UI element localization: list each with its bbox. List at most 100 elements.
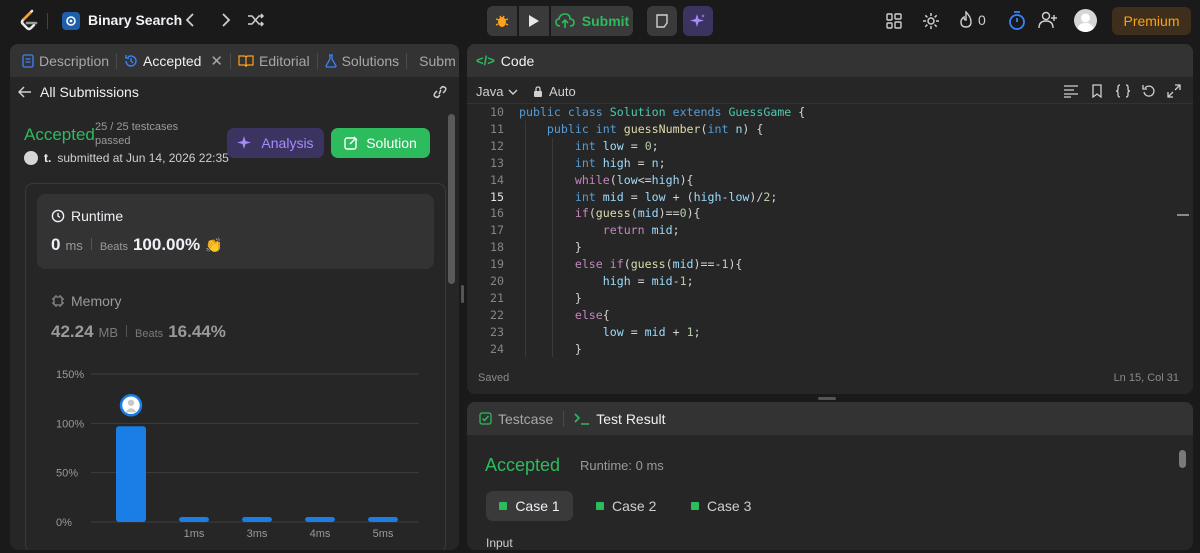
horizontal-splitter-handle[interactable] [818, 397, 836, 400]
code-line[interactable]: 11 public int guessNumber(int n) { [467, 121, 1193, 138]
edit-icon [344, 136, 358, 150]
tab-submissions[interactable]: Submissions [407, 53, 455, 69]
line-number: 21 [490, 290, 504, 305]
memory-title-row[interactable]: Memory [51, 293, 122, 309]
settings-gear-icon[interactable] [922, 12, 940, 30]
code-line[interactable]: 18 } [467, 239, 1193, 256]
analysis-button[interactable]: Analysis [227, 128, 324, 158]
code-line[interactable]: 15 int mid = low + (high-low)/2; [467, 189, 1193, 206]
memory-stats: 42.24 MB Beats 16.44% [51, 322, 226, 342]
layout-grid-icon[interactable] [886, 13, 902, 29]
code-text: public int guessNumber(int n) { [546, 121, 764, 136]
submitter-avatar[interactable] [24, 151, 38, 165]
testcases-count: 25 / 25 testcases [95, 121, 179, 133]
tab-label: Description [39, 52, 110, 69]
debug-button[interactable] [487, 6, 517, 36]
case-2-tab[interactable]: Case 2 [596, 491, 656, 521]
leetcode-logo[interactable] [18, 9, 40, 33]
memory-beats-value: 16.44% [168, 322, 226, 341]
link-icon[interactable] [432, 85, 448, 102]
code-line[interactable]: 14 while(low<=high){ [467, 172, 1193, 189]
prev-problem-button[interactable] [184, 11, 198, 29]
runtime-beats-label: Beats [99, 241, 128, 253]
code-line[interactable]: 13 int high = n; [467, 155, 1193, 172]
case-label: Case 1 [515, 498, 560, 514]
back-to-submissions[interactable]: All Submissions [18, 84, 139, 100]
divider [47, 13, 48, 29]
problem-title[interactable]: Binary Search [88, 12, 182, 28]
pass-dot-icon [499, 502, 508, 510]
submitted-time: submitted at Jun 14, 2026 22:35 [57, 151, 229, 165]
code-line[interactable]: 22 else{ [467, 307, 1193, 324]
expand-icon[interactable] [1167, 84, 1181, 98]
y-tick-label: 50% [56, 468, 78, 480]
code-brackets-icon: </> [476, 53, 495, 68]
submitter-name[interactable]: t. [44, 151, 51, 165]
runtime-card[interactable]: Runtime 0 ms Beats 100.00% 👏 [37, 194, 434, 269]
code-line[interactable]: 10 public class Solution extends GuessGam… [467, 104, 1193, 121]
tab-editorial[interactable]: Editorial [231, 53, 317, 69]
book-icon [238, 54, 254, 67]
checkbox-icon [479, 412, 492, 425]
code-text: else{ [574, 307, 610, 322]
curly-braces-icon[interactable] [1115, 84, 1131, 98]
timer-icon[interactable] [1008, 11, 1026, 31]
code-line[interactable]: 21 } [467, 290, 1193, 307]
code-line[interactable]: 12 int low = 0; [467, 138, 1193, 155]
add-friend-icon[interactable] [1038, 11, 1058, 29]
tab-solutions[interactable]: Solutions [318, 53, 407, 69]
case-3-tab[interactable]: Case 3 [691, 491, 751, 521]
user-avatar[interactable] [1074, 9, 1097, 32]
auto-mode-select[interactable]: Auto [533, 84, 576, 99]
left-scrollbar[interactable] [448, 114, 455, 284]
bar [179, 517, 209, 522]
line-number: 23 [490, 324, 504, 339]
line-number: 12 [490, 138, 504, 153]
terminal-icon [574, 412, 590, 425]
code-text: while(low<=high){ [574, 172, 694, 187]
ai-assist-button[interactable] [683, 6, 713, 36]
tab-testcase[interactable]: Testcase [479, 411, 553, 427]
line-number: 14 [490, 172, 504, 187]
bar [368, 517, 398, 522]
shuffle-icon[interactable] [247, 12, 265, 28]
streak-counter[interactable]: 0 [959, 11, 986, 29]
indent-guide [525, 120, 526, 358]
run-button[interactable] [519, 6, 549, 36]
result-scrollbar[interactable] [1179, 450, 1186, 468]
x-tick-label: 5ms [373, 528, 394, 540]
code-line[interactable]: 23 low = mid + 1; [467, 324, 1193, 341]
code-line[interactable]: 16 if(guess(mid)==0){ [467, 205, 1193, 222]
format-icon[interactable] [1063, 84, 1079, 98]
code-line[interactable]: 24 } [467, 341, 1193, 358]
code-text: int mid = low + (high-low)/2; [574, 189, 778, 204]
code-text: low = mid + 1; [602, 324, 701, 339]
next-problem-button[interactable] [218, 11, 232, 29]
code-line[interactable]: 17 return mid; [467, 222, 1193, 239]
code-line[interactable]: 19 else if(guess(mid)==-1){ [467, 256, 1193, 273]
submit-button[interactable]: Submit [551, 6, 633, 36]
code-line[interactable]: 20 high = mid-1; [467, 273, 1193, 290]
reset-icon[interactable] [1142, 84, 1156, 98]
case-1-tab[interactable]: Case 1 [486, 491, 573, 521]
divider [563, 410, 565, 427]
tab-accepted[interactable]: Accepted ✕ [117, 52, 230, 70]
runtime-distribution-chart: 150% 100% 50% 0% 1ms 3ms 4ms 5ms [56, 369, 419, 540]
cloud-upload-icon [554, 13, 575, 28]
language-select[interactable]: Java [476, 84, 518, 99]
tab-test-result[interactable]: Test Result [574, 411, 666, 427]
vertical-splitter-handle[interactable] [461, 285, 464, 303]
submitter-info: t. submitted at Jun 14, 2026 22:35 [24, 151, 229, 165]
close-tab-icon[interactable]: ✕ [210, 52, 223, 70]
line-number: 16 [490, 206, 504, 221]
cursor-position: Ln 15, Col 31 [1113, 372, 1179, 384]
code-title: Code [500, 52, 535, 69]
back-label: All Submissions [40, 84, 139, 100]
y-tick-label: 100% [56, 418, 84, 430]
tab-description[interactable]: Description [15, 53, 116, 69]
bookmark-icon[interactable] [1090, 84, 1104, 98]
memory-value: 42.24 [51, 322, 94, 341]
premium-button[interactable]: Premium [1112, 7, 1191, 35]
notes-button[interactable] [647, 6, 677, 36]
solution-button[interactable]: Solution [331, 128, 430, 158]
